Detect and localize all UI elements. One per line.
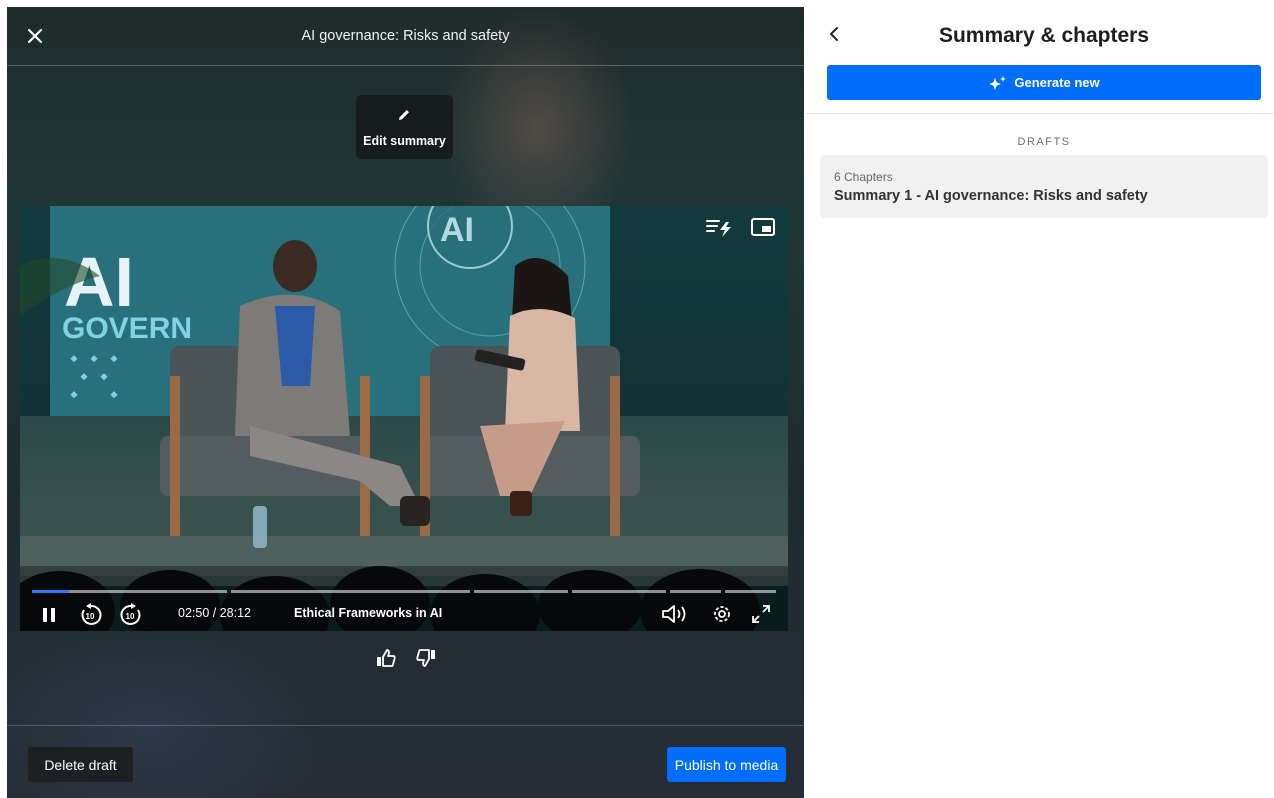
delete-draft-button[interactable]: Delete draft [28,747,133,782]
generate-new-label: Generate new [1014,75,1100,90]
rewind-10-icon[interactable]: 10 [78,602,104,628]
picture-in-picture-icon[interactable] [750,216,776,238]
video-frame[interactable]: AI AI GOVERN 10 10 02:50 / 28:12 Ethical… [20,206,788,631]
player-footer: Delete draft Publish to media [7,725,804,798]
feedback-buttons [375,647,437,669]
forward-10-icon[interactable]: 10 [118,602,144,628]
fullscreen-icon[interactable] [749,602,773,626]
edit-summary-button[interactable]: Edit summary [356,95,453,159]
svg-text:GOVERN: GOVERN [62,312,192,345]
generate-new-button[interactable]: Generate new [827,65,1261,100]
thumbs-up-icon[interactable] [375,647,397,669]
pencil-icon [399,110,409,120]
player-title: AI governance: Risks and safety [301,28,510,44]
edit-summary-label: Edit summary [363,134,446,148]
drafts-heading: DRAFTS [1017,136,1071,148]
sparkle-icon [989,75,1007,90]
draft-name: Summary 1 - AI governance: Risks and saf… [834,188,1148,204]
svg-text:10: 10 [126,612,135,621]
chapter-segment[interactable] [725,590,776,593]
volume-icon[interactable] [660,602,688,626]
draft-chapter-count: 6 Chapters [834,170,893,184]
thumbs-down-icon[interactable] [415,647,437,669]
video-player-pane: AI governance: Risks and safety Edit sum… [7,7,804,798]
chapter-segment[interactable] [231,590,470,593]
time-display: 02:50 / 28:12 [178,606,251,620]
panel-divider [806,113,1274,114]
video-still: AI AI GOVERN [20,206,788,631]
svg-text:AI: AI [440,211,474,249]
current-chapter-label: Ethical Frameworks in AI [294,606,443,620]
chapter-progress-track[interactable] [32,590,776,593]
settings-icon[interactable] [710,602,734,626]
svg-text:10: 10 [86,612,95,621]
publish-to-media-button[interactable]: Publish to media [667,747,786,782]
summary-chapters-panel: Summary & chapters Generate new DRAFTS 6… [806,0,1274,798]
chapter-segment[interactable] [474,590,568,593]
pause-icon[interactable] [38,605,60,625]
chapters-icon[interactable] [704,216,734,238]
chapter-segment[interactable] [572,590,666,593]
draft-item[interactable]: 6 Chapters Summary 1 - AI governance: Ri… [820,155,1268,218]
video-controls-bar: 10 10 02:50 / 28:12 Ethical Frameworks i… [20,596,788,631]
progress-fill [32,590,69,593]
chapter-segment[interactable] [670,590,721,593]
panel-title: Summary & chapters [938,24,1150,47]
player-header: AI governance: Risks and safety [7,7,804,66]
